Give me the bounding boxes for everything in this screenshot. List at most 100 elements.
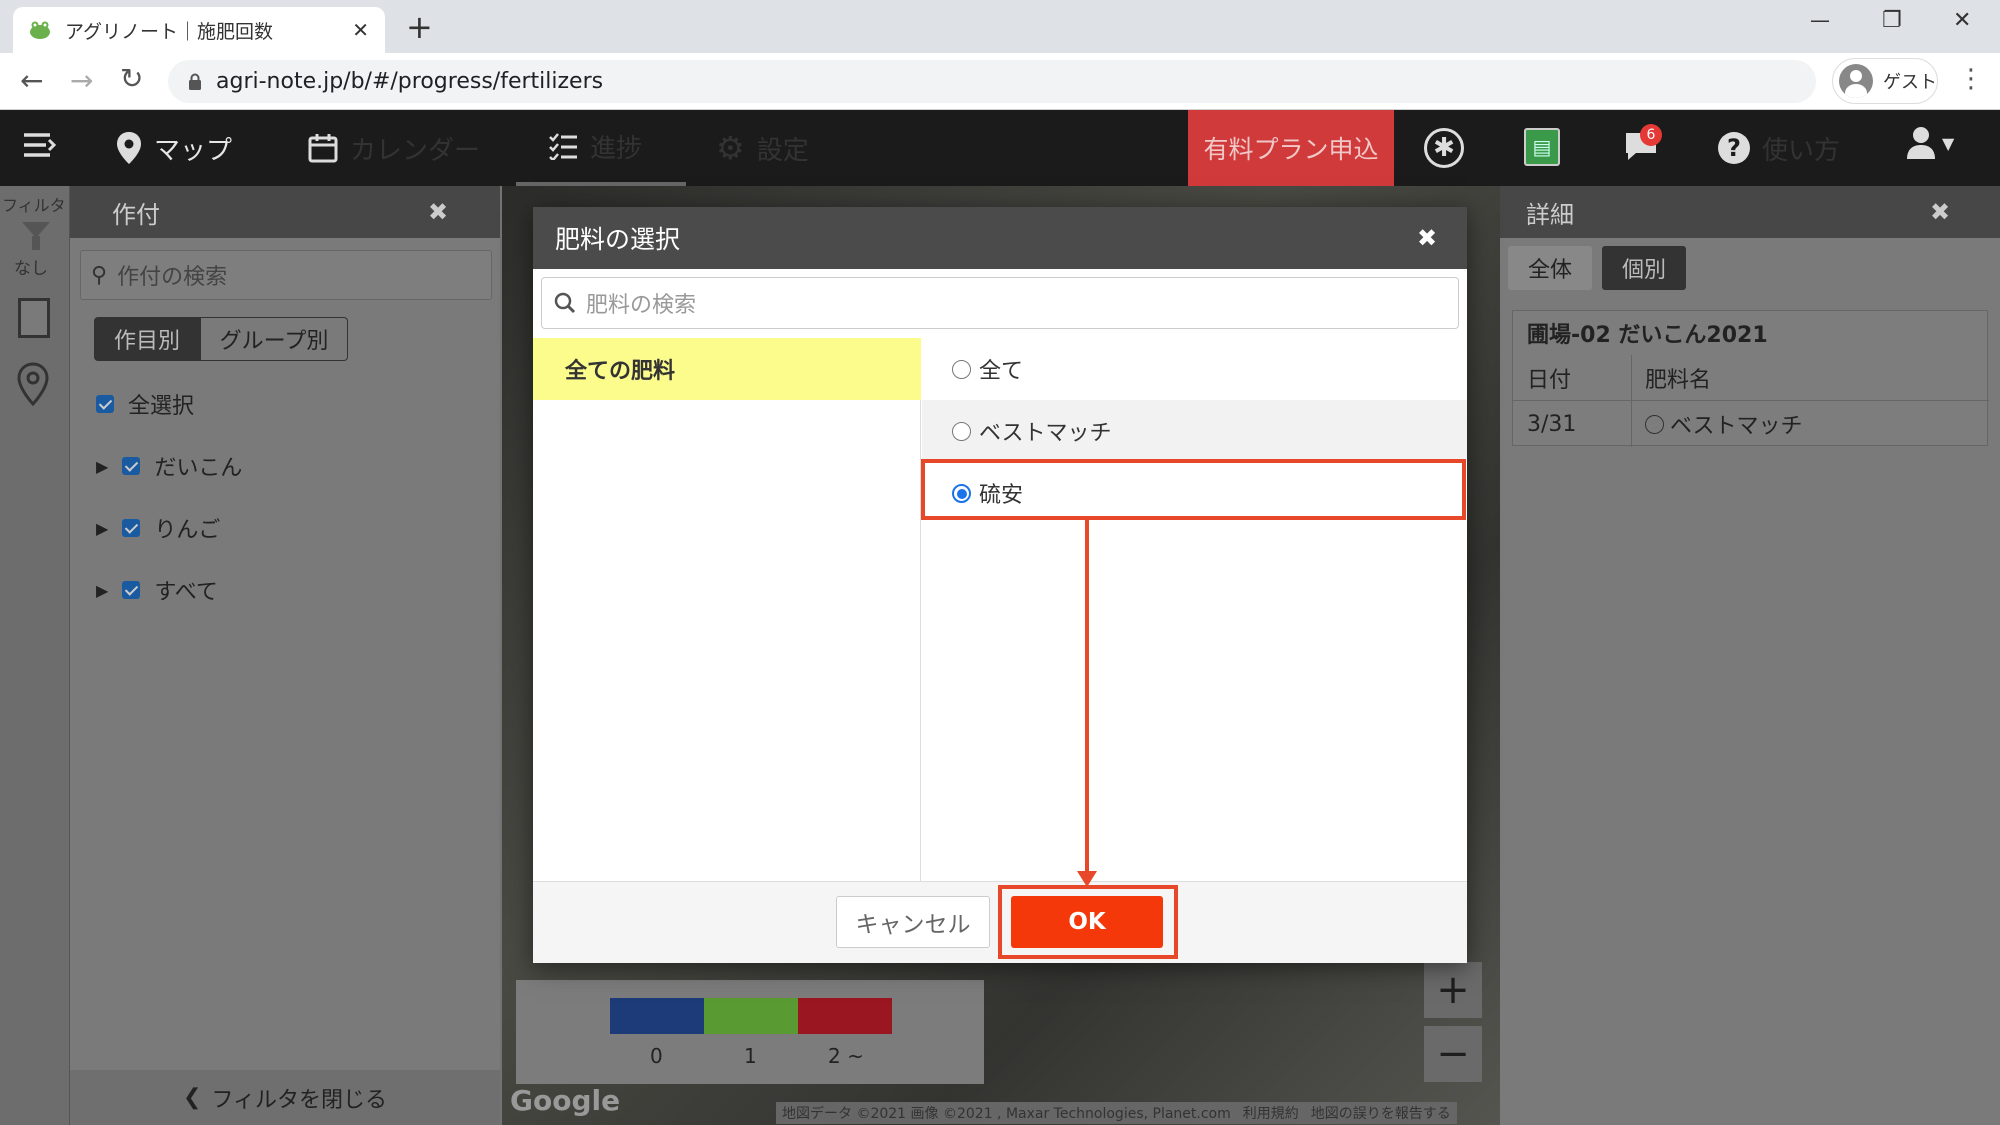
- expand-arrow-icon[interactable]: ▶: [96, 519, 108, 538]
- tree-checkbox[interactable]: [122, 581, 141, 599]
- map-legend: 0 1 2 ~: [516, 980, 984, 1084]
- reload-icon[interactable]: ↻: [120, 62, 143, 95]
- fertilizer-search-input[interactable]: 肥料の検索: [541, 277, 1459, 329]
- attribution-text: 地図データ ©2021 画像 ©2021 , Maxar Technologie…: [782, 1106, 1231, 1122]
- category-all-fertilizers[interactable]: 全ての肥料: [533, 338, 921, 400]
- paid-plan-button[interactable]: 有料プラン申込: [1188, 110, 1394, 186]
- tree-item-daikon[interactable]: ▶ だいこん: [96, 450, 242, 482]
- select-all-row[interactable]: 全選択: [96, 388, 194, 420]
- table-divider: [1513, 400, 1989, 401]
- nav-progress[interactable]: 進捗: [516, 110, 686, 186]
- notification-badge: 6: [1640, 124, 1662, 146]
- frog-favicon-icon: [30, 21, 50, 39]
- funnel-stem: [32, 236, 40, 250]
- new-tab-button[interactable]: +: [406, 8, 433, 46]
- legend-swatch-0: [610, 998, 704, 1034]
- filter-strip-label: フィルタ: [2, 196, 66, 215]
- terms-link[interactable]: 利用規約: [1243, 1103, 1299, 1123]
- modal-close-icon[interactable]: ✖: [1417, 224, 1437, 252]
- user-menu-icon[interactable]: ▼: [1906, 126, 1954, 160]
- cancel-button[interactable]: キャンセル: [836, 896, 990, 948]
- option-label: ベストマッチ: [979, 421, 1112, 446]
- tree-item-all[interactable]: ▶ すべて: [96, 574, 218, 606]
- nav-calendar[interactable]: カレンダー: [308, 110, 480, 186]
- guest-label: ゲスト: [1883, 72, 1937, 93]
- field-title: 圃場-02 だいこん2021: [1527, 323, 1768, 348]
- url-text: agri-note.jp/b/#/progress/fertilizers: [216, 69, 604, 94]
- filter-none-label: なし: [14, 259, 48, 279]
- browser-menu-icon[interactable]: ⋮: [1958, 64, 1984, 94]
- table-divider: [1631, 355, 1632, 447]
- nav-settings-label: 設定: [756, 135, 809, 166]
- highlight-selected-option: [921, 459, 1466, 520]
- highlight-ok-button: [998, 885, 1178, 959]
- col-fertilizer-header: 肥料名: [1645, 368, 1712, 393]
- expand-arrow-icon[interactable]: ▶: [96, 581, 108, 600]
- menu-toggle-icon[interactable]: [22, 130, 56, 160]
- map-pin-icon: [117, 132, 141, 164]
- legend-swatch-2: [798, 998, 892, 1034]
- row-fertilizer-label: ベストマッチ: [1670, 414, 1803, 439]
- notebook-icon[interactable]: ▤: [1524, 128, 1560, 166]
- nav-settings[interactable]: ⚙ 設定: [716, 110, 809, 186]
- report-link[interactable]: 地図の誤りを報告する: [1311, 1103, 1451, 1123]
- detail-panel-header: 詳細 ✖: [1500, 186, 2000, 238]
- help-icon: ?: [1718, 132, 1750, 164]
- category-list: [533, 338, 921, 881]
- chevron-left-icon: ❮: [183, 1085, 202, 1110]
- guest-avatar-icon: [1839, 64, 1873, 98]
- expand-arrow-icon[interactable]: ▶: [96, 457, 108, 476]
- detail-close-icon[interactable]: ✖: [1930, 198, 1950, 226]
- legend-swatch-1: [704, 998, 798, 1034]
- search-icon: [554, 292, 576, 314]
- filter-panel-header: 作付 ✖: [70, 186, 500, 238]
- legend-label-1: 1: [744, 1044, 757, 1068]
- nav-progress-label: 進捗: [590, 133, 643, 164]
- close-filter-button[interactable]: ❮ フィルタを閉じる: [70, 1070, 500, 1125]
- tree-item-apple[interactable]: ▶ りんご: [96, 512, 220, 544]
- tree-item-label: りんご: [154, 518, 221, 543]
- omnibox[interactable]: agri-note.jp/b/#/progress/fertilizers: [168, 60, 1816, 103]
- asterisk-menu-icon[interactable]: ✱: [1424, 128, 1464, 168]
- list-doc-icon[interactable]: [18, 298, 50, 338]
- radio-all[interactable]: [952, 359, 971, 379]
- row-radio-icon: [1645, 414, 1664, 434]
- detail-tab-individual[interactable]: 個別: [1602, 246, 1686, 290]
- tree-item-label: すべて: [154, 580, 218, 605]
- browser-tab[interactable]: アグリノート｜施肥回数 ✕: [13, 7, 385, 53]
- annotation-arrow-line: [1085, 517, 1089, 875]
- lock-icon: [189, 73, 201, 90]
- close-window-button[interactable]: ✕: [1953, 8, 1971, 33]
- gear-icon: ⚙: [716, 129, 745, 167]
- option-all[interactable]: 全て: [922, 338, 1467, 400]
- filter-panel-title: 作付: [112, 200, 160, 229]
- crop-search-input[interactable]: ⚲ 作付の検索: [80, 250, 492, 300]
- option-best-match[interactable]: ベストマッチ: [922, 400, 1467, 462]
- calendar-icon: [308, 134, 338, 163]
- zoom-in-button[interactable]: +: [1424, 962, 1482, 1018]
- forward-icon[interactable]: →: [70, 64, 93, 97]
- zoom-out-button[interactable]: −: [1424, 1026, 1482, 1082]
- detail-tab-all[interactable]: 全体: [1508, 246, 1592, 290]
- option-label: 全て: [979, 359, 1024, 384]
- left-tool-strip: フィルタ なし: [0, 186, 70, 1125]
- minimize-button[interactable]: —: [1810, 8, 1830, 32]
- row-fertilizer: ベストマッチ: [1645, 401, 1802, 447]
- back-icon[interactable]: ←: [20, 64, 43, 97]
- nav-calendar-label: カレンダー: [350, 135, 481, 166]
- toggle-by-group[interactable]: グループ別: [200, 317, 348, 361]
- select-all-checkbox[interactable]: [96, 395, 114, 413]
- select-all-label: 全選択: [128, 394, 195, 419]
- toggle-by-crop[interactable]: 作目別: [94, 317, 200, 361]
- filter-close-icon[interactable]: ✖: [428, 198, 448, 226]
- progress-list-icon: [549, 133, 577, 160]
- restore-button[interactable]: ❐: [1882, 8, 1902, 33]
- tree-checkbox[interactable]: [122, 457, 141, 475]
- nav-help[interactable]: ? 使い方: [1718, 110, 1840, 186]
- location-pin-icon[interactable]: [16, 362, 50, 410]
- tab-close-icon[interactable]: ✕: [352, 18, 369, 42]
- nav-map[interactable]: マップ: [116, 110, 232, 186]
- tree-checkbox[interactable]: [122, 519, 141, 537]
- radio-best-match[interactable]: [952, 421, 971, 441]
- guest-profile-button[interactable]: ゲスト: [1832, 58, 1938, 104]
